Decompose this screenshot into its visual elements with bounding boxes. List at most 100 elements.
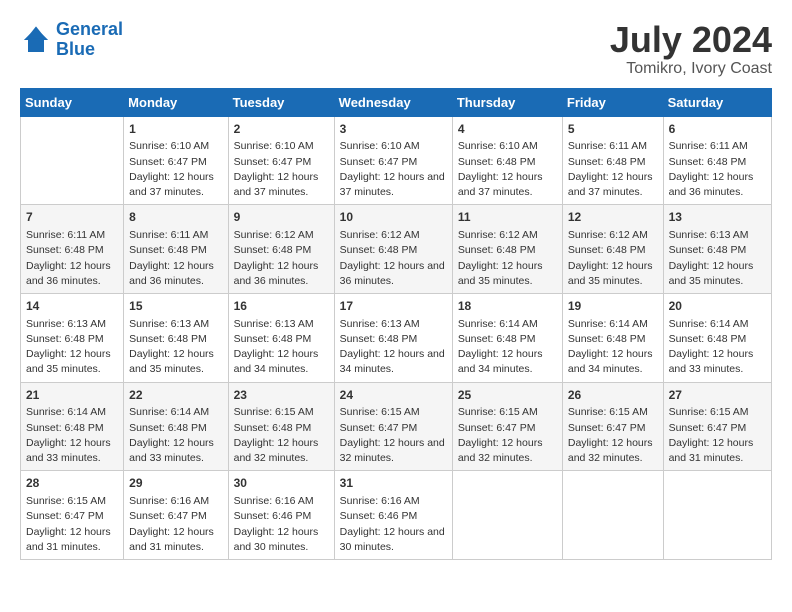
day-info: Sunrise: 6:14 AMSunset: 6:48 PMDaylight:…: [568, 317, 658, 378]
calendar-cell: 7Sunrise: 6:11 AMSunset: 6:48 PMDaylight…: [21, 205, 124, 294]
day-number: 12: [568, 209, 658, 226]
day-header-sunday: Sunday: [21, 88, 124, 116]
day-info: Sunrise: 6:15 AMSunset: 6:47 PMDaylight:…: [340, 405, 447, 466]
calendar-cell: 9 Sunrise: 6:12 AMSunset: 6:48 PMDaylight…: [228, 205, 334, 294]
calendar-cell: 25Sunrise: 6:15 AMSunset: 6:47 PMDayligh…: [452, 382, 562, 471]
calendar-cell: [21, 116, 124, 205]
day-info: Sunrise: 6:10 AMSunset: 6:48 PMDaylight:…: [458, 139, 557, 200]
calendar-cell: 4Sunrise: 6:10 AMSunset: 6:48 PMDaylight…: [452, 116, 562, 205]
calendar-cell: [452, 471, 562, 560]
header-row: SundayMondayTuesdayWednesdayThursdayFrid…: [21, 88, 772, 116]
calendar-cell: 21Sunrise: 6:14 AMSunset: 6:48 PMDayligh…: [21, 382, 124, 471]
day-info: Sunrise: 6:11 AMSunset: 6:48 PMDaylight:…: [669, 139, 766, 200]
week-row-2: 7 Sunrise: 6:11 AMSunset: 6:48 PMDaylight…: [21, 205, 772, 294]
calendar-cell: 3Sunrise: 6:10 AMSunset: 6:47 PMDaylight…: [334, 116, 452, 205]
calendar-table: SundayMondayTuesdayWednesdayThursdayFrid…: [20, 88, 772, 560]
calendar-cell: 10Sunrise: 6:12 AMSunset: 6:48 PMDayligh…: [334, 205, 452, 294]
day-info: Sunrise: 6:11 AMSunset: 6:48 PMDaylight:…: [129, 228, 222, 289]
day-info: Sunrise: 6:15 AMSunset: 6:47 PMDaylight:…: [458, 405, 557, 466]
day-number: 29: [129, 475, 222, 492]
day-number: 16: [234, 298, 329, 315]
day-number: 4: [458, 121, 557, 138]
day-number: 26: [568, 387, 658, 404]
day-info: Sunrise: 6:10 AMSunset: 6:47 PMDaylight:…: [234, 139, 329, 200]
calendar-cell: 29 Sunrise: 6:16 AMSunset: 6:47 PMDayligh…: [124, 471, 228, 560]
day-number: 9: [234, 209, 329, 226]
title-block: July 2024 Tomikro, Ivory Coast: [610, 20, 772, 78]
day-number: 19: [568, 298, 658, 315]
day-number: 30: [234, 475, 329, 492]
day-info: Sunrise: 6:15 AMSunset: 6:48 PMDaylight:…: [234, 405, 329, 466]
day-header-monday: Monday: [124, 88, 228, 116]
day-number: 11: [458, 209, 557, 226]
day-info: Sunrise: 6:13 AMSunset: 6:48 PMDaylight:…: [340, 317, 447, 378]
day-info: Sunrise: 6:10 AMSunset: 6:47 PMDaylight:…: [340, 139, 447, 200]
week-row-1: 1Sunrise: 6:10 AMSunset: 6:47 PMDaylight…: [21, 116, 772, 205]
calendar-cell: 15 Sunrise: 6:13 AMSunset: 6:48 PMDayligh…: [124, 293, 228, 382]
day-number: 24: [340, 387, 447, 404]
day-number: 27: [669, 387, 766, 404]
day-info: Sunrise: 6:14 AMSunset: 6:48 PMDaylight:…: [26, 405, 118, 466]
calendar-cell: 5Sunrise: 6:11 AMSunset: 6:48 PMDaylight…: [562, 116, 663, 205]
calendar-cell: [663, 471, 771, 560]
calendar-cell: 22Sunrise: 6:14 AMSunset: 6:48 PMDayligh…: [124, 382, 228, 471]
calendar-cell: 24Sunrise: 6:15 AMSunset: 6:47 PMDayligh…: [334, 382, 452, 471]
calendar-cell: 19 Sunrise: 6:14 AMSunset: 6:48 PMDayligh…: [562, 293, 663, 382]
day-number: 6: [669, 121, 766, 138]
day-number: 3: [340, 121, 447, 138]
day-number: 25: [458, 387, 557, 404]
week-row-4: 21Sunrise: 6:14 AMSunset: 6:48 PMDayligh…: [21, 382, 772, 471]
day-number: 17: [340, 298, 447, 315]
calendar-cell: 6Sunrise: 6:11 AMSunset: 6:48 PMDaylight…: [663, 116, 771, 205]
day-number: 20: [669, 298, 766, 315]
logo-text: General Blue: [56, 20, 123, 60]
calendar-cell: 30Sunrise: 6:16 AMSunset: 6:46 PMDayligh…: [228, 471, 334, 560]
calendar-cell: 23Sunrise: 6:15 AMSunset: 6:48 PMDayligh…: [228, 382, 334, 471]
calendar-cell: 17 Sunrise: 6:13 AMSunset: 6:48 PMDayligh…: [334, 293, 452, 382]
day-header-wednesday: Wednesday: [334, 88, 452, 116]
day-number: 18: [458, 298, 557, 315]
day-info: Sunrise: 6:13 AMSunset: 6:48 PMDaylight:…: [234, 317, 329, 378]
page-header: General Blue July 2024 Tomikro, Ivory Co…: [20, 20, 772, 78]
day-number: 14: [26, 298, 118, 315]
day-info: Sunrise: 6:10 AMSunset: 6:47 PMDaylight:…: [129, 139, 222, 200]
day-info: Sunrise: 6:16 AMSunset: 6:46 PMDaylight:…: [340, 494, 447, 555]
calendar-cell: [562, 471, 663, 560]
calendar-cell: 1Sunrise: 6:10 AMSunset: 6:47 PMDaylight…: [124, 116, 228, 205]
calendar-cell: 11Sunrise: 6:12 AMSunset: 6:48 PMDayligh…: [452, 205, 562, 294]
day-header-thursday: Thursday: [452, 88, 562, 116]
day-number: 13: [669, 209, 766, 226]
day-number: 7: [26, 209, 118, 226]
location-title: Tomikro, Ivory Coast: [610, 60, 772, 78]
logo-icon: [20, 24, 52, 56]
day-number: 10: [340, 209, 447, 226]
day-info: Sunrise: 6:15 AMSunset: 6:47 PMDaylight:…: [669, 405, 766, 466]
calendar-cell: 12Sunrise: 6:12 AMSunset: 6:48 PMDayligh…: [562, 205, 663, 294]
day-number: 5: [568, 121, 658, 138]
day-info: Sunrise: 6:13 AMSunset: 6:48 PMDaylight:…: [26, 317, 118, 378]
day-info: Sunrise: 6:11 AMSunset: 6:48 PMDaylight:…: [568, 139, 658, 200]
day-number: 21: [26, 387, 118, 404]
week-row-3: 14 Sunrise: 6:13 AMSunset: 6:48 PMDayligh…: [21, 293, 772, 382]
week-row-5: 28Sunrise: 6:15 AMSunset: 6:47 PMDayligh…: [21, 471, 772, 560]
day-number: 31: [340, 475, 447, 492]
day-header-saturday: Saturday: [663, 88, 771, 116]
calendar-cell: 14 Sunrise: 6:13 AMSunset: 6:48 PMDayligh…: [21, 293, 124, 382]
calendar-cell: 2Sunrise: 6:10 AMSunset: 6:47 PMDaylight…: [228, 116, 334, 205]
day-number: 15: [129, 298, 222, 315]
calendar-body: 1Sunrise: 6:10 AMSunset: 6:47 PMDaylight…: [21, 116, 772, 559]
calendar-cell: 13 Sunrise: 6:13 AMSunset: 6:48 PMDayligh…: [663, 205, 771, 294]
day-number: 8: [129, 209, 222, 226]
day-info: Sunrise: 6:14 AMSunset: 6:48 PMDaylight:…: [669, 317, 766, 378]
day-info: Sunrise: 6:13 AMSunset: 6:48 PMDaylight:…: [669, 228, 766, 289]
day-number: 23: [234, 387, 329, 404]
calendar-cell: 20 Sunrise: 6:14 AMSunset: 6:48 PMDayligh…: [663, 293, 771, 382]
calendar-cell: 8 Sunrise: 6:11 AMSunset: 6:48 PMDaylight…: [124, 205, 228, 294]
logo: General Blue: [20, 20, 123, 60]
day-info: Sunrise: 6:16 AMSunset: 6:47 PMDaylight:…: [129, 494, 222, 555]
day-number: 1: [129, 121, 222, 138]
day-info: Sunrise: 6:12 AMSunset: 6:48 PMDaylight:…: [234, 228, 329, 289]
day-info: Sunrise: 6:13 AMSunset: 6:48 PMDaylight:…: [129, 317, 222, 378]
calendar-cell: 18Sunrise: 6:14 AMSunset: 6:48 PMDayligh…: [452, 293, 562, 382]
day-header-friday: Friday: [562, 88, 663, 116]
